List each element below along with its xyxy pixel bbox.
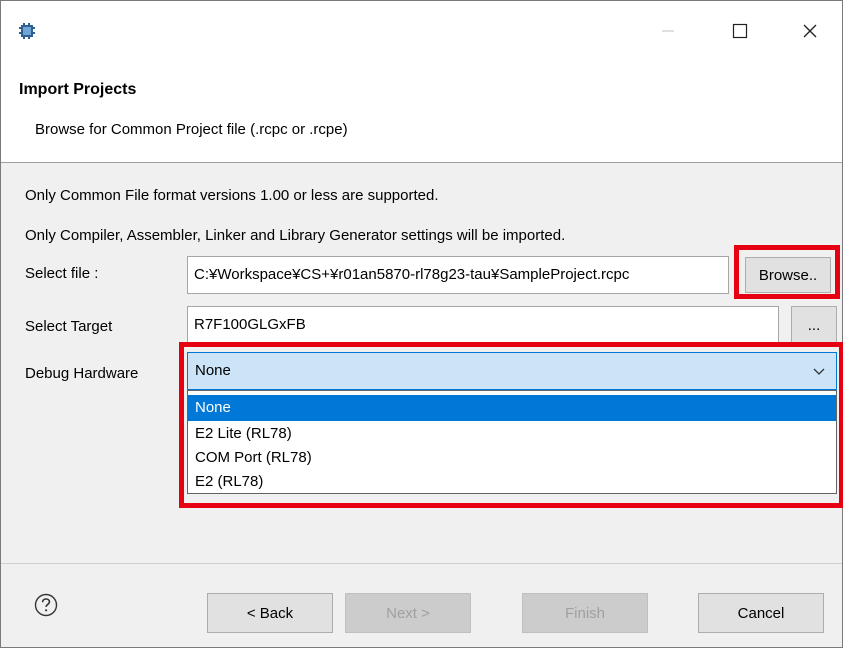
browse-button[interactable]: Browse.. bbox=[745, 257, 831, 293]
select-file-field[interactable]: C:¥Workspace¥CS+¥r01an5870-rl78g23-tau¥S… bbox=[187, 256, 729, 294]
target-browse-button[interactable]: ... bbox=[791, 306, 837, 344]
help-icon[interactable] bbox=[34, 593, 58, 617]
debug-hardware-label: Debug Hardware bbox=[25, 365, 139, 382]
chip-icon bbox=[19, 23, 35, 39]
maximize-button[interactable] bbox=[717, 13, 763, 53]
minimize-icon bbox=[661, 24, 675, 42]
select-target-field[interactable]: R7F100GLGxFB bbox=[187, 306, 779, 344]
footer-divider bbox=[1, 563, 842, 564]
next-button[interactable]: Next > bbox=[345, 593, 471, 633]
minimize-button[interactable] bbox=[645, 13, 691, 53]
back-button[interactable]: < Back bbox=[207, 593, 333, 633]
finish-button[interactable]: Finish bbox=[522, 593, 648, 633]
close-button[interactable] bbox=[787, 13, 833, 53]
select-file-label: Select file : bbox=[25, 265, 99, 282]
cancel-button[interactable]: Cancel bbox=[698, 593, 824, 633]
close-icon bbox=[802, 23, 818, 43]
maximize-icon bbox=[732, 23, 748, 43]
title-bar bbox=[1, 1, 842, 67]
chevron-down-icon[interactable] bbox=[812, 365, 826, 383]
wizard-header: Import Projects Browse for Common Projec… bbox=[1, 67, 842, 162]
page-description: Browse for Common Project file (.rcpc or… bbox=[35, 121, 348, 138]
settings-note: Only Compiler, Assembler, Linker and Lib… bbox=[25, 227, 566, 244]
debug-hardware-value: None bbox=[195, 362, 231, 379]
select-target-label: Select Target bbox=[25, 318, 113, 335]
option-com-port[interactable]: COM Port (RL78) bbox=[188, 445, 836, 471]
debug-hardware-combo[interactable]: None bbox=[187, 352, 837, 390]
page-title: Import Projects bbox=[19, 81, 137, 98]
option-e2[interactable]: E2 (RL78) bbox=[188, 469, 836, 495]
option-none[interactable]: None bbox=[188, 395, 836, 421]
format-note: Only Common File format versions 1.00 or… bbox=[25, 187, 439, 204]
import-projects-dialog: Import Projects Browse for Common Projec… bbox=[0, 0, 843, 648]
option-e2-lite[interactable]: E2 Lite (RL78) bbox=[188, 421, 836, 447]
debug-hardware-dropdown: None E2 Lite (RL78) COM Port (RL78) E2 (… bbox=[187, 390, 837, 494]
